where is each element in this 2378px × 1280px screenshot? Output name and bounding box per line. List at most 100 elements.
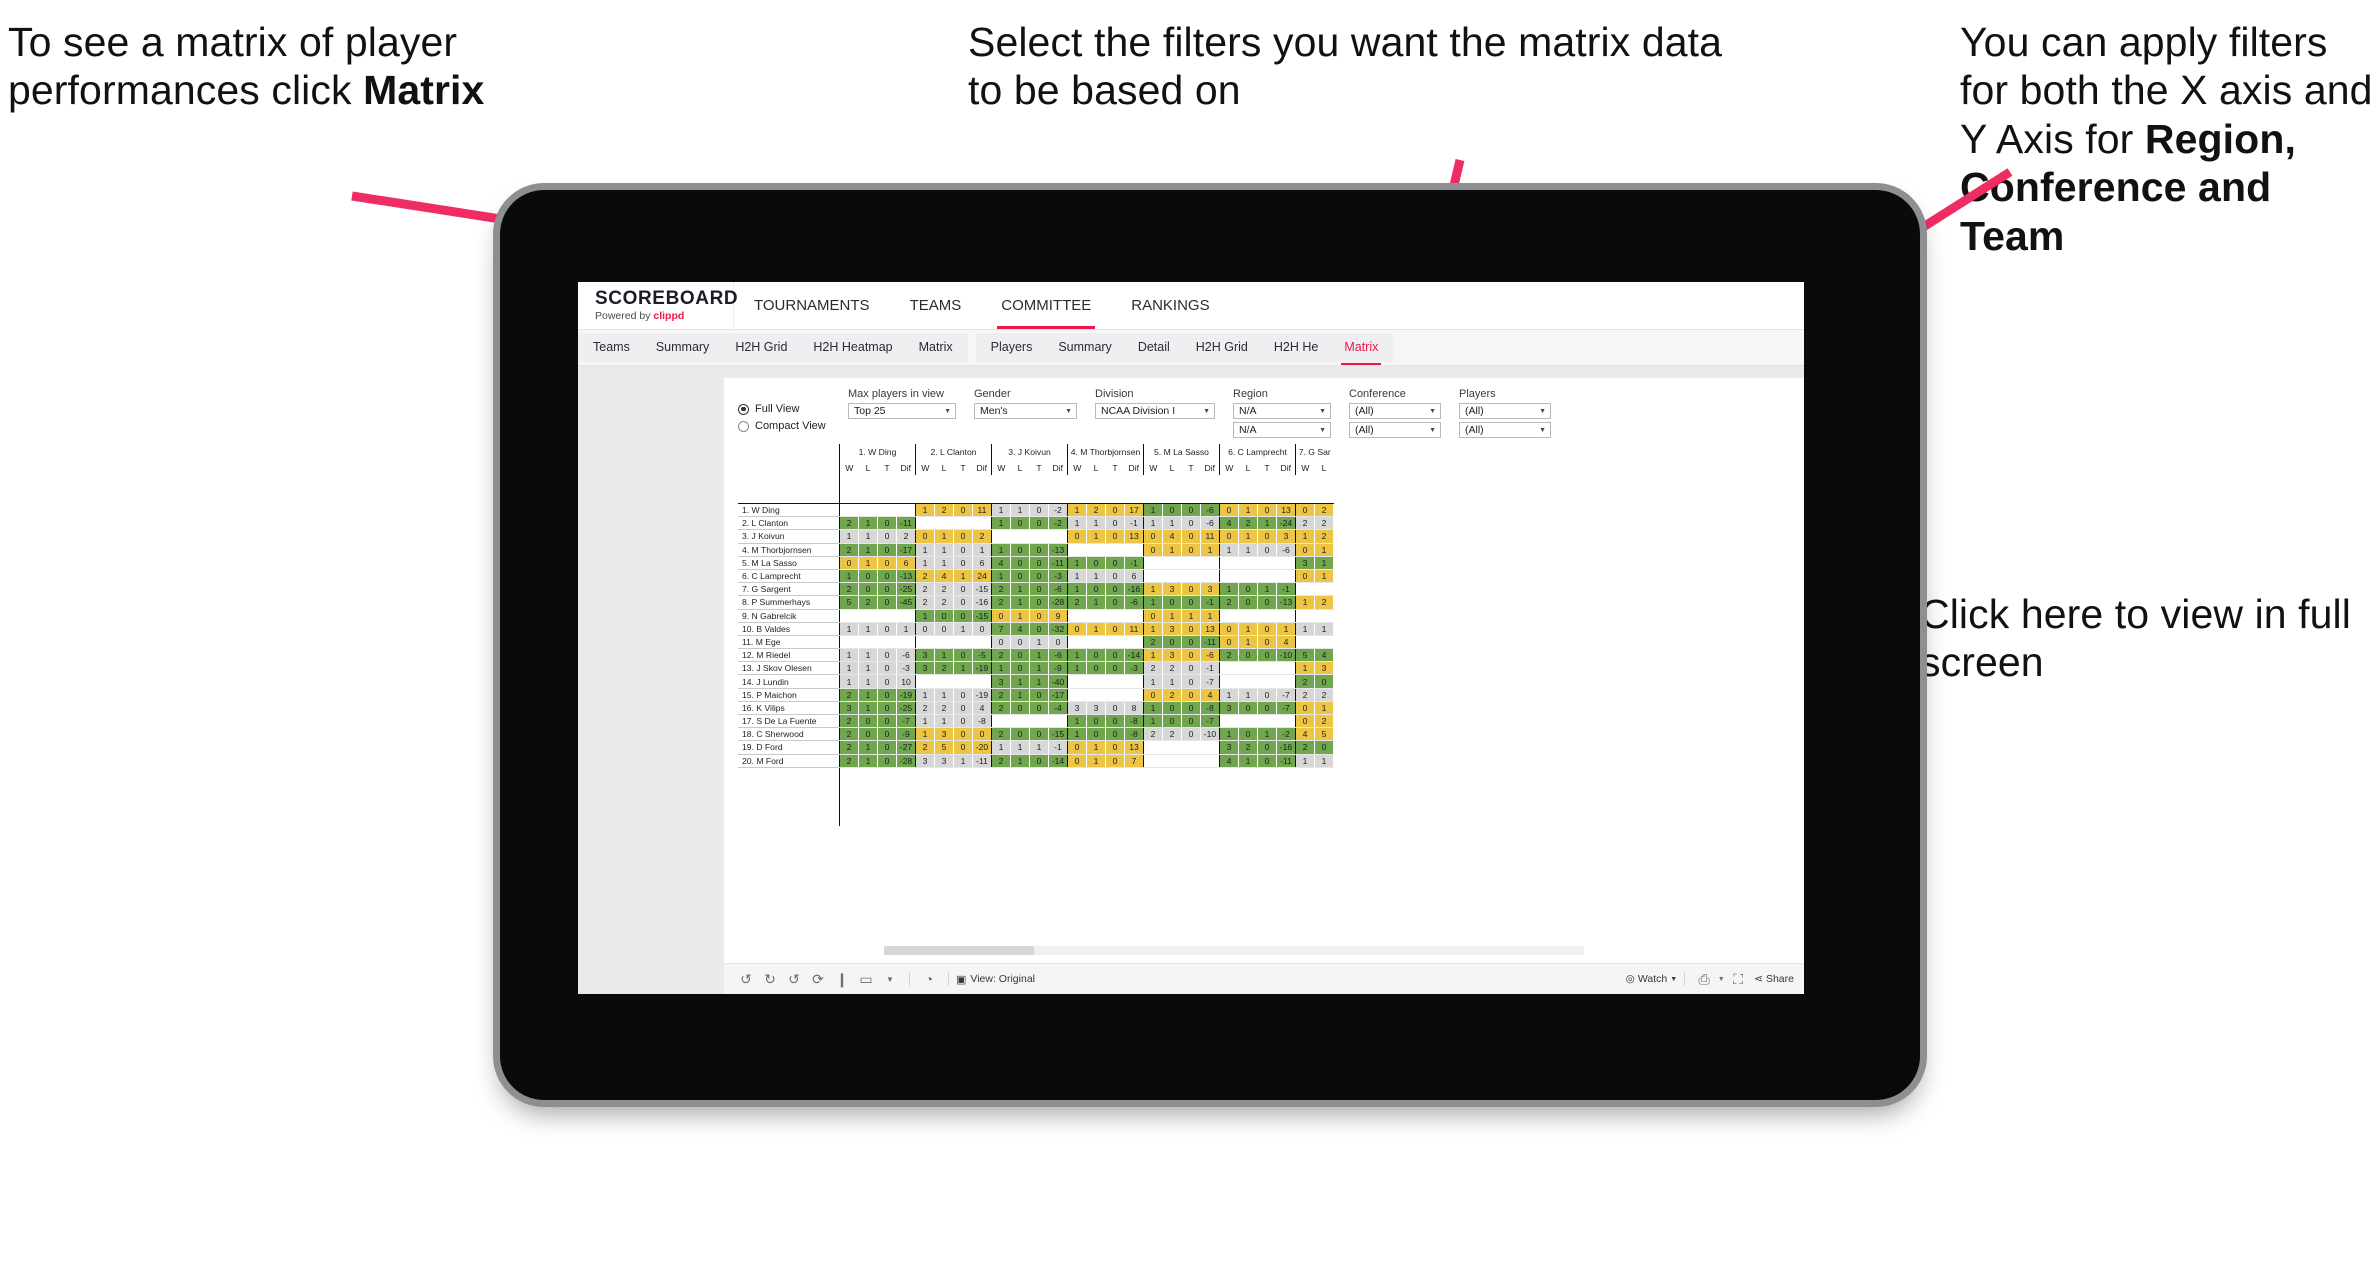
matrix-cell[interactable]: 1 [915,543,935,557]
matrix-cell[interactable]: 1 [1257,727,1277,742]
matrix-cell[interactable]: 1 [1295,622,1315,636]
matrix-cell[interactable]: 1 [1314,569,1334,584]
matrix-cell[interactable] [915,674,935,689]
matrix-cell[interactable]: 0 [1029,727,1049,742]
matrix-cell[interactable]: 0 [1067,529,1087,544]
matrix-cell[interactable]: 0 [915,529,935,544]
matrix-cell[interactable]: 0 [1067,622,1087,636]
matrix-cell[interactable]: 0 [1105,595,1125,610]
matrix-cell[interactable]: -1 [1124,516,1144,531]
matrix-cell[interactable]: 3 [1067,701,1087,716]
subnav-teams[interactable]: Teams [580,333,643,362]
matrix-cell[interactable]: 1 [839,622,859,636]
subnav-players-matrix[interactable]: Matrix [1331,333,1391,365]
matrix-cell[interactable] [1105,635,1125,650]
matrix-cell[interactable]: 0 [877,582,897,597]
matrix-cell[interactable]: 1 [1010,582,1030,597]
matrix-cell[interactable]: 2 [934,701,954,716]
matrix-cell[interactable]: -6 [1048,648,1068,663]
matrix-cell[interactable]: 0 [1105,582,1125,597]
subnav-players-summary[interactable]: Summary [1045,333,1124,362]
matrix-cell[interactable]: 2 [1086,503,1106,518]
matrix-cell[interactable]: 2 [839,688,859,702]
matrix-cell[interactable]: 2 [1295,516,1315,531]
matrix-cell[interactable]: -8 [1124,727,1144,742]
matrix-cell[interactable]: 0 [1181,516,1201,531]
matrix-cell[interactable]: 1 [1219,582,1239,597]
matrix-cell[interactable]: -3 [896,661,916,676]
matrix-cell[interactable]: 0 [1105,754,1125,768]
matrix-cell[interactable]: 1 [1029,661,1049,676]
matrix-cell[interactable] [1238,661,1258,676]
matrix-cell[interactable]: 2 [934,595,954,610]
matrix-cell[interactable]: 1 [953,569,973,584]
matrix-cell[interactable]: 1 [1067,727,1087,742]
matrix-cell[interactable]: 0 [953,543,973,557]
matrix-row[interactable]: 18. C Sherwood 2 0 0 -9 1 3 0 0 2 0 0 -15 1 0 0 -8 2 2 0 -10… [738,727,1334,742]
matrix-cell[interactable]: -19 [896,688,916,702]
matrix-cell[interactable]: 1 [953,754,973,768]
matrix-cell[interactable]: 0 [1181,529,1201,544]
matrix-cell[interactable]: -16 [1276,740,1296,755]
matrix-cell[interactable]: -8 [1124,714,1144,729]
matrix-cell[interactable]: 2 [1314,688,1334,702]
matrix-cell[interactable]: 0 [1181,701,1201,716]
matrix-cell[interactable]: 0 [1295,714,1315,729]
matrix-cell[interactable]: -40 [1048,674,1068,689]
matrix-cell[interactable]: 0 [1086,714,1106,729]
matrix-cell[interactable]: 3 [1276,529,1296,544]
matrix-cell[interactable]: 1 [1162,674,1182,689]
matrix-cell[interactable]: 1 [1143,516,1163,531]
matrix-cell[interactable]: 1 [1143,582,1163,597]
matrix-cell[interactable]: 1 [1257,582,1277,597]
matrix-row[interactable]: 14. J Lundin 1 1 0 10 3 1 1 -40 1 1 0 -7 2 0 [738,674,1334,689]
matrix-cell[interactable] [1238,609,1258,623]
matrix-cell[interactable] [1029,529,1049,544]
matrix-cell[interactable]: 0 [1219,635,1239,650]
matrix-cell[interactable]: 0 [1162,701,1182,716]
matrix-cell[interactable]: 0 [877,661,897,676]
matrix-cell[interactable] [1295,635,1315,650]
matrix-cell[interactable] [1105,543,1125,557]
matrix-cell[interactable]: -13 [1048,543,1068,557]
matrix-row[interactable]: 5. M La Sasso 0 1 0 6 1 1 0 6 4 0 0 -11 1 0 0 -1 3 1 [738,556,1334,570]
matrix-cell[interactable] [1162,754,1182,768]
matrix-cell[interactable]: 11 [1124,622,1144,636]
matrix-row[interactable]: 9. N Gabrelcik 1 0 0 -15 0 1 0 9 0 1 1 1 [738,609,1334,623]
matrix-cell[interactable]: 2 [839,727,859,742]
matrix-cell[interactable]: 3 [915,648,935,663]
matrix-cell[interactable]: 0 [1010,648,1030,663]
matrix-cell[interactable] [877,609,897,623]
matrix-cell[interactable] [1295,582,1315,597]
matrix-cell[interactable]: 0 [877,516,897,531]
matrix-cell[interactable]: 5 [934,740,954,755]
matrix-cell[interactable]: 0 [877,529,897,544]
matrix-cell[interactable]: 4 [972,701,992,716]
subnav-players[interactable]: Players [978,333,1046,362]
matrix-cell[interactable]: -6 [1048,582,1068,597]
matrix-cell[interactable]: -6 [896,648,916,663]
matrix-cell[interactable]: 0 [1143,529,1163,544]
matrix-cell[interactable]: 1 [1162,516,1182,531]
matrix-cell[interactable]: 1 [1067,714,1087,729]
matrix-cell[interactable] [1238,569,1258,584]
matrix-cell[interactable]: 0 [1181,688,1201,702]
matrix-cell[interactable]: -4 [1048,701,1068,716]
matrix-cell[interactable] [972,516,992,531]
matrix-cell[interactable] [1238,556,1258,570]
matrix-cell[interactable] [858,609,878,623]
matrix-cell[interactable]: -25 [896,701,916,716]
matrix-row[interactable]: 1. W Ding 1 2 0 11 1 1 0 -2 1 2 0 17 1 0 0 -6 0 1 0 13 0 2 [738,503,1334,518]
matrix-cell[interactable]: 0 [1295,569,1315,584]
matrix-cell[interactable]: 9 [1048,609,1068,623]
matrix-cell[interactable]: 6 [972,556,992,570]
matrix-cell[interactable]: 1 [915,714,935,729]
matrix-cell[interactable]: 1 [1295,529,1315,544]
matrix-cell[interactable]: 2 [1143,661,1163,676]
matrix-cell[interactable]: 1 [991,661,1011,676]
matrix-cell[interactable]: 4 [1219,516,1239,531]
matrix-cell[interactable] [1181,754,1201,768]
matrix-cell[interactable]: 1 [858,648,878,663]
matrix-cell[interactable]: 0 [1162,503,1182,518]
matrix-cell[interactable] [1276,609,1296,623]
